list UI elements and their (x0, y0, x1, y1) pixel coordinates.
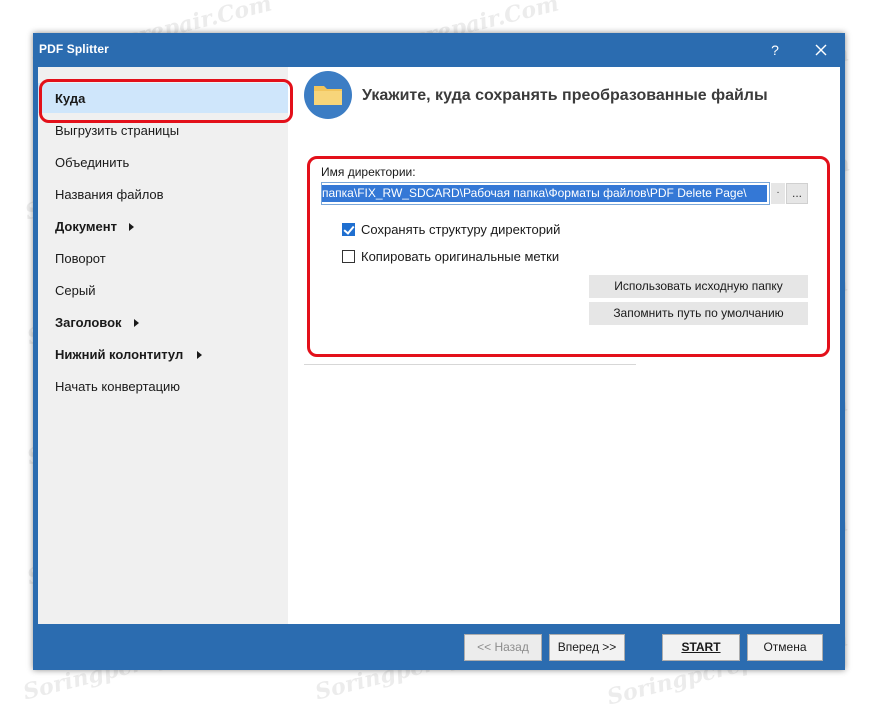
footer-bar: << Назад Вперед >> START Отмена (38, 624, 840, 663)
sidebar-item-label: Серый (55, 283, 96, 298)
start-button[interactable]: START (662, 634, 740, 661)
sidebar-item-label: Названия файлов (55, 187, 164, 202)
sidebar-item-label: Выгрузить страницы (55, 123, 180, 138)
sidebar-item-label: Нижний колонтитул (55, 347, 184, 362)
use-source-folder-button[interactable]: Использовать исходную папку (589, 275, 808, 298)
help-button[interactable]: ? (761, 39, 789, 61)
checkbox-label: Копировать оригинальные метки (361, 249, 560, 264)
close-button[interactable] (805, 37, 837, 63)
sidebar-item-label: Поворот (55, 251, 106, 266)
start-button-label: START (681, 640, 721, 654)
sidebar-item-file-names[interactable]: Названия файлов (38, 179, 288, 209)
sidebar-item-label: Документ (55, 219, 117, 234)
folder-icon-circle (304, 71, 352, 119)
directory-input[interactable]: папка\FIX_RW_SDCARD\Рабочая папка\Формат… (321, 182, 770, 205)
sidebar-item-label: Куда (55, 91, 86, 106)
checkbox-label: Сохранять структуру директорий (361, 222, 561, 237)
sidebar-item-destination[interactable]: Куда (38, 83, 288, 113)
cancel-button[interactable]: Отмена (747, 634, 823, 661)
directory-scroll-handle[interactable]: . (771, 183, 785, 204)
sidebar-item-rotate[interactable]: Поворот (38, 243, 288, 273)
sidebar-item-header[interactable]: Заголовок (38, 307, 288, 337)
sidebar: Куда Выгрузить страницы Объединить Назва… (38, 67, 288, 624)
pdf-splitter-window: PDF Splitter ? Куда Выгрузить страницы О… (33, 33, 845, 670)
page-title: Укажите, куда сохранять преобразованные … (362, 87, 768, 104)
directory-label: Имя директории: (321, 165, 416, 179)
sidebar-item-start-conversion[interactable]: Начать конвертацию (38, 371, 288, 401)
folder-icon (314, 86, 342, 105)
chevron-right-icon (197, 351, 202, 359)
sidebar-item-gray[interactable]: Серый (38, 275, 288, 305)
sidebar-item-document[interactable]: Документ (38, 211, 288, 241)
dialog-client-area: Куда Выгрузить страницы Объединить Назва… (38, 67, 840, 663)
chevron-right-icon (134, 319, 139, 327)
title-bar[interactable]: PDF Splitter ? (33, 33, 845, 65)
sidebar-item-extract-pages[interactable]: Выгрузить страницы (38, 115, 288, 145)
back-button[interactable]: << Назад (464, 634, 542, 661)
browse-button[interactable]: ... (786, 183, 808, 204)
next-button[interactable]: Вперед >> (549, 634, 625, 661)
checkbox-checked-icon (342, 223, 355, 236)
window-title: PDF Splitter (39, 42, 109, 56)
separator (304, 364, 636, 365)
checkbox-unchecked-icon (342, 250, 355, 263)
sidebar-item-label: Начать конвертацию (55, 379, 181, 394)
close-icon (815, 44, 827, 56)
sidebar-item-footer[interactable]: Нижний колонтитул (38, 339, 288, 369)
sidebar-item-label: Объединить (55, 155, 130, 170)
sidebar-item-label: Заголовок (55, 315, 122, 330)
sidebar-item-merge[interactable]: Объединить (38, 147, 288, 177)
directory-value: папка\FIX_RW_SDCARD\Рабочая папка\Формат… (322, 185, 767, 202)
remember-default-path-button[interactable]: Запомнить путь по умолчанию (589, 302, 808, 325)
chevron-right-icon (129, 223, 134, 231)
